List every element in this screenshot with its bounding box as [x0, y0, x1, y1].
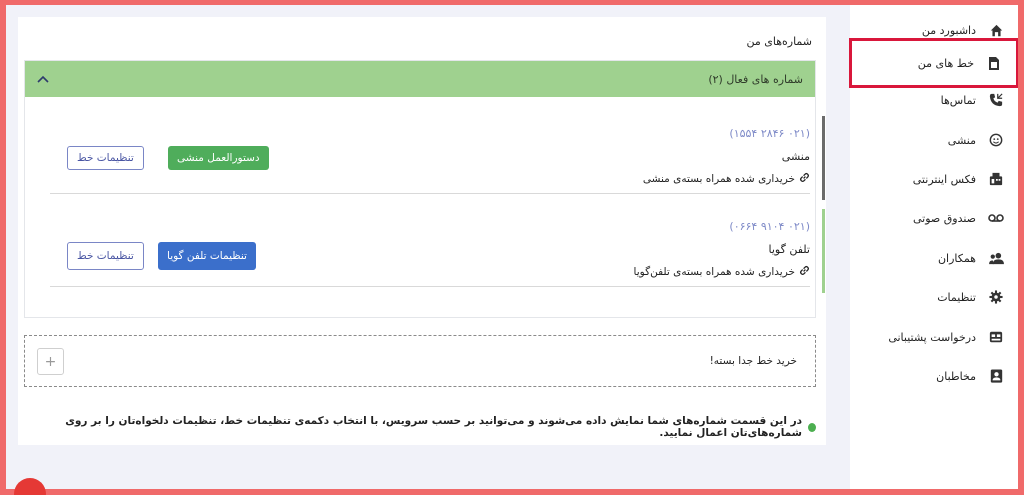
sidebar-item-support[interactable]: درخواست پشتیبانی [850, 322, 1018, 352]
line-number: (۰۲۱ ۹۱۰۴ ۰۶۶۴) [729, 220, 810, 233]
secretary-guide-button[interactable]: دستورالعمل منشی [168, 146, 269, 170]
add-line-button[interactable]: + [37, 348, 64, 375]
sidebar-item-fax[interactable]: فکس اینترنتی [850, 164, 1018, 194]
sidebar-item-settings[interactable]: تنظیمات [850, 282, 1018, 312]
line-note-text: خریداری شده همراه بسته‌ی تلفن‌گویا [633, 266, 795, 278]
sidebar-item-label: درخواست پشتیبانی [888, 330, 976, 344]
sidebar: داشبورد من خط های من تماس‌ها منشی فکس ای [849, 5, 1018, 489]
sidebar-item-calls[interactable]: تماس‌ها [850, 85, 1018, 115]
sidebar-item-colleagues[interactable]: همکاران [850, 243, 1018, 273]
link-icon [799, 265, 810, 279]
sidebar-item-secretary[interactable]: منشی [850, 125, 1018, 155]
sidebar-item-label: خط های من [917, 56, 974, 70]
voicemail-icon [988, 210, 1004, 226]
page-title: شماره‌های من [746, 35, 812, 48]
phone-call-icon [988, 92, 1004, 108]
panel-header[interactable]: شماره های فعال (۲) [25, 61, 815, 97]
chevron-up-icon[interactable] [37, 72, 49, 86]
ivr-settings-button[interactable]: تنظیمات تلفن گویا [158, 242, 256, 270]
sidebar-item-label: تنظیمات [937, 290, 976, 304]
sidebar-item-contacts[interactable]: مخاطبان [850, 361, 1018, 391]
sim-card-icon [986, 55, 1002, 71]
gear-icon [988, 289, 1004, 305]
sidebar-item-label: مخاطبان [936, 369, 976, 383]
sidebar-item-label: تماس‌ها [940, 93, 976, 107]
buy-line-label: خرید خط جدا بسته! [709, 355, 797, 367]
line-accent-bar [822, 116, 825, 200]
info-message: در این قسمت شماره‌های شما نمایش داده می‌… [18, 415, 816, 439]
line-note: خریداری شده همراه بسته‌ی منشی [643, 172, 810, 186]
buy-line-box[interactable]: خرید خط جدا بسته! + [24, 335, 816, 387]
contact-icon [988, 368, 1004, 384]
app-frame: داشبورد من خط های من تماس‌ها منشی فکس ای [6, 5, 1018, 489]
sidebar-item-my-lines[interactable]: خط های من [849, 38, 1018, 88]
status-dot-icon [808, 422, 816, 432]
line-note-text: خریداری شده همراه بسته‌ی منشی [642, 173, 795, 185]
line-settings-button[interactable]: تنظیمات خط [67, 146, 144, 170]
sidebar-item-label: داشبورد من [921, 23, 976, 37]
panel-title: شماره های فعال (۲) [708, 72, 803, 86]
list-item: (۰۲۱ ۹۱۰۴ ۰۶۶۴) تلفن گویا خریداری شده هم… [50, 209, 825, 293]
sidebar-item-label: همکاران [937, 251, 976, 265]
line-type: منشی [781, 150, 810, 163]
line-number: (۰۲۱ ۲۸۴۶ ۱۵۵۴) [729, 127, 810, 140]
line-type: تلفن گویا [768, 243, 810, 256]
home-icon [988, 22, 1004, 38]
sidebar-item-label: منشی [947, 133, 976, 147]
plus-icon: + [44, 353, 57, 370]
list-item: (۰۲۱ ۲۸۴۶ ۱۵۵۴) منشی خریداری شده همراه ب… [50, 116, 825, 200]
headset-icon [988, 132, 1004, 148]
line-accent-bar [822, 209, 825, 293]
users-icon [988, 250, 1004, 266]
active-lines-panel: شماره های فعال (۲) (۰۲۱ ۲۸۴۶ ۱۵۵۴) منشی … [24, 60, 825, 318]
fax-icon [988, 171, 1004, 187]
support-icon [988, 329, 1004, 345]
sidebar-item-voicemail[interactable]: صندوق صوتی [850, 203, 1018, 233]
line-settings-button[interactable]: تنظیمات خط [67, 242, 144, 270]
sidebar-item-label: صندوق صوتی [912, 211, 976, 225]
info-text: در این قسمت شماره‌های شما نمایش داده می‌… [65, 415, 803, 439]
sidebar-item-label: فکس اینترنتی [912, 172, 976, 186]
main-content: شماره‌های من شماره های فعال (۲) (۰۲۱ ۲۸۴… [18, 17, 826, 445]
line-note: خریداری شده همراه بسته‌ی تلفن‌گویا [634, 265, 810, 279]
link-icon [799, 172, 810, 186]
